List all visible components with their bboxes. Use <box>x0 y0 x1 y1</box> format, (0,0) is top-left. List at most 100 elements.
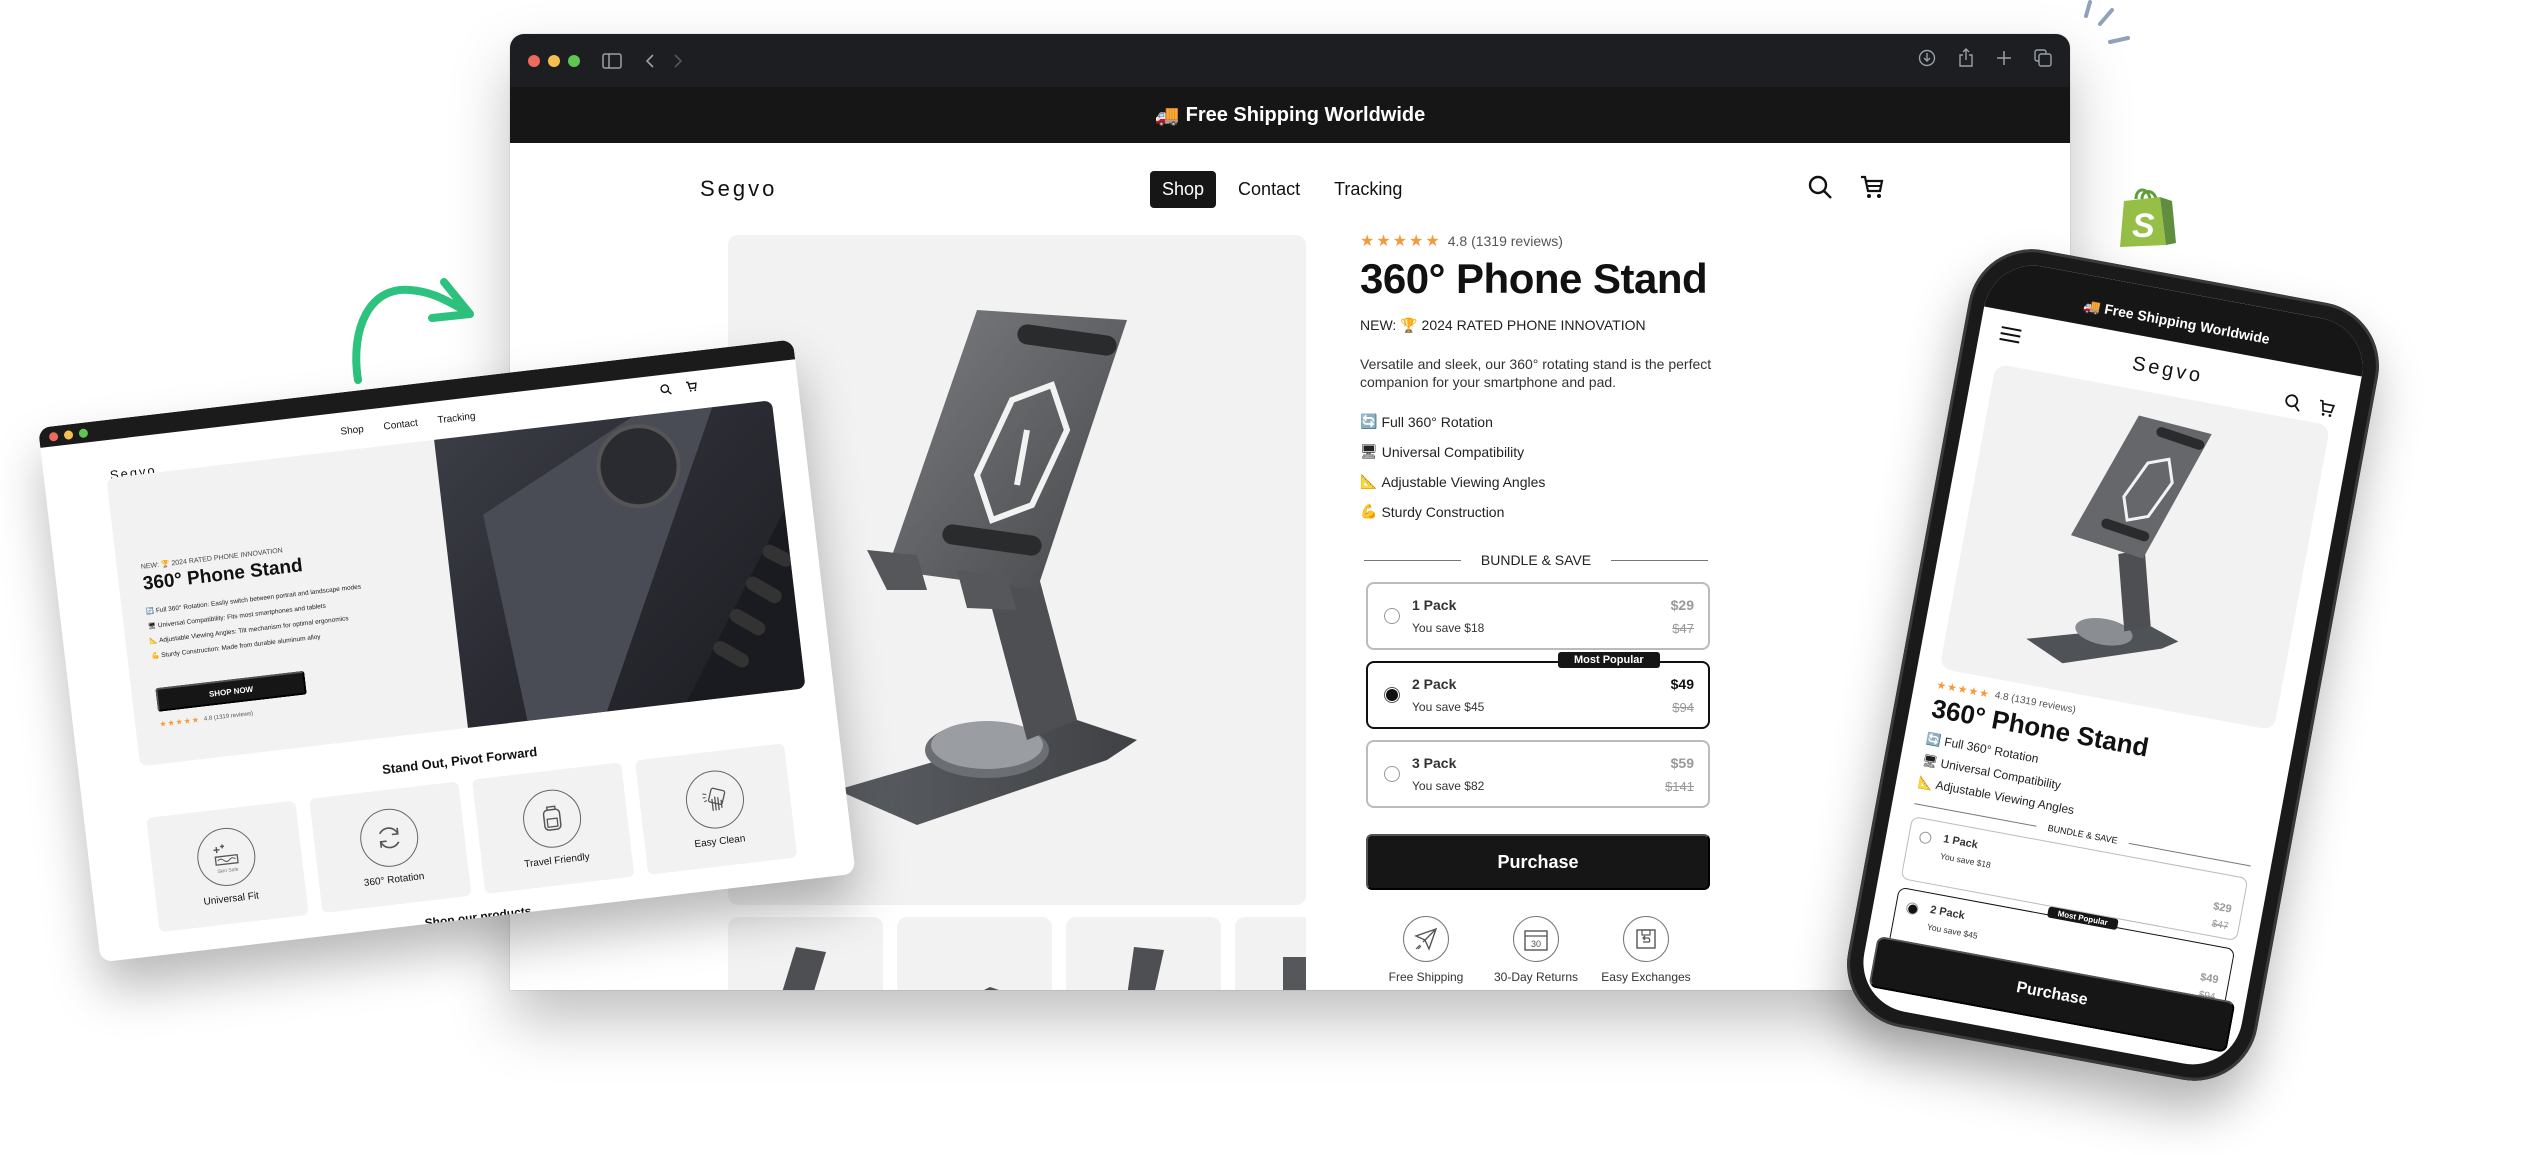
feature-card: Skin Safe Universal Fit <box>146 800 309 933</box>
feature-item: 💪 Sturdy Construction <box>1360 503 1720 520</box>
rating-stars-icon: ★★★★★ <box>158 715 201 729</box>
trust-label: 30-Day Returns <box>1493 970 1579 984</box>
feature-item: 🖥 Universal Compatibility <box>1360 443 1720 460</box>
maximize-window-button[interactable] <box>78 427 89 438</box>
sidebar-icon[interactable] <box>602 52 622 69</box>
close-window-button[interactable] <box>48 431 59 442</box>
product-title: 360° Phone Stand <box>1360 255 1708 302</box>
pack-name: 2 Pack <box>1929 903 1966 923</box>
product-description: Versatile and sleek, our 360° rotating s… <box>1360 356 1712 390</box>
product-rating: ★★★★★ 4.8 (1319 reviews) <box>1360 231 1720 251</box>
trust-badges: Free Shipping 30 30-Day Returns Easy Exc… <box>1376 916 1696 984</box>
skin-safe-text: Skin Safe <box>217 867 239 875</box>
pack-old-price: $141 <box>1665 778 1694 794</box>
browser-toolbar <box>510 34 2070 87</box>
rotate-icon <box>357 805 422 871</box>
hero-image <box>434 400 806 728</box>
rotation-icon: 🔄 <box>1360 413 1378 429</box>
pack-old-price: $47 <box>2210 918 2230 933</box>
main-nav: Shop Contact Tracking <box>1150 170 1414 208</box>
nav-tracking[interactable]: Tracking <box>437 411 476 426</box>
cart-icon[interactable] <box>685 379 699 398</box>
back-icon[interactable] <box>644 53 656 69</box>
feature-text: Sturdy Construction <box>1381 503 1505 520</box>
nav-tracking[interactable]: Tracking <box>1322 171 1414 208</box>
search-icon[interactable] <box>1807 174 1833 205</box>
search-icon[interactable] <box>659 382 673 401</box>
monitor-icon: 🖥 <box>1921 752 1939 770</box>
pack-name: 2 Pack <box>1412 676 1457 692</box>
thumbnail[interactable] <box>1235 917 1306 990</box>
landing-page-preview: Segvo Shop Contact Tracking NEW: 🏆 2024 … <box>38 339 856 963</box>
divider <box>1611 559 1709 561</box>
thumbnail[interactable] <box>1066 917 1221 990</box>
feature-text: Full 360° Rotation <box>1381 413 1493 430</box>
pack-name: 1 Pack <box>1412 597 1457 613</box>
pack-savings: You save $18 <box>1412 621 1485 635</box>
triangle-ruler-icon: 📐 <box>1360 473 1378 489</box>
announcement-text: Free Shipping Worldwide <box>1185 103 1426 126</box>
bundle-option-3-pack[interactable]: 3 Pack You save $82 $59 $141 <box>1366 740 1710 808</box>
nav-shop[interactable]: Shop <box>340 424 364 438</box>
pack-price: $59 <box>1670 754 1694 771</box>
site-header: Segvo Shop Contact Tracking <box>510 143 2070 235</box>
product-info: ★★★★★ 4.8 (1319 reviews) 360° Phone Stan… <box>1360 231 1720 984</box>
bundle-option-1-pack[interactable]: 1 Pack You save $18 $29 $47 <box>1366 582 1710 650</box>
thumbnail[interactable] <box>728 917 883 990</box>
truck-icon: 🚚 <box>2082 296 2103 316</box>
cart-icon[interactable] <box>1859 174 1885 205</box>
announcement-bar: 🚚 Free Shipping Worldwide <box>510 87 2070 143</box>
truck-icon: 🚚 <box>1154 104 1180 127</box>
new-tab-icon[interactable] <box>1996 50 2012 71</box>
flexed-arm-icon: 💪 <box>1360 503 1378 519</box>
pack-name: 3 Pack <box>1412 755 1457 771</box>
close-window-button[interactable] <box>528 54 540 67</box>
tabs-overview-icon[interactable] <box>2034 49 2052 72</box>
calendar-30-icon: 30 <box>1513 916 1559 962</box>
pack-name: 1 Pack <box>1942 833 1979 852</box>
purchase-button[interactable]: Purchase <box>1366 834 1710 890</box>
product-main-image[interactable] <box>1939 363 2331 731</box>
trust-label: Easy Exchanges <box>1601 970 1691 984</box>
rating-text[interactable]: 4.8 (1319 reviews) <box>1448 233 1563 249</box>
feature-item: 📐 Adjustable Viewing Angles <box>1360 473 1720 490</box>
minimize-window-button[interactable] <box>63 429 74 440</box>
maximize-window-button[interactable] <box>568 54 580 67</box>
divider <box>1364 559 1461 561</box>
feature-card-label: Travel Friendly <box>523 851 591 871</box>
pack-old-price: $47 <box>1672 620 1694 636</box>
trust-item: Easy Exchanges <box>1596 916 1696 984</box>
badge-text: 2024 RATED PHONE INNOVATION <box>1421 317 1646 333</box>
showcase-canvas: S 🚚 Free Shipping Worldwide Segvo Shop C… <box>0 0 2527 1155</box>
feature-card-label: Universal Fit <box>203 890 260 908</box>
site-logo[interactable]: Segvo <box>700 176 777 202</box>
minimize-window-button[interactable] <box>548 54 560 67</box>
bundle-option-2-pack[interactable]: Most Popular 2 Pack You save $45 $49 $94 <box>1366 652 1710 729</box>
feature-card-label: Easy Clean <box>693 833 746 851</box>
radio-button[interactable] <box>1905 901 1920 916</box>
download-icon[interactable] <box>1918 49 1936 72</box>
phone-stand-image <box>2026 415 2212 664</box>
pack-savings: You save $82 <box>1412 779 1485 793</box>
feature-list: 🔄 Full 360° Rotation 🖥 Universal Compatibi… <box>1360 413 1720 520</box>
feature-text: Adjustable Viewing Angles <box>1381 473 1546 490</box>
pack-price: $49 <box>2199 971 2220 987</box>
badge-prefix: NEW: <box>1360 317 1397 333</box>
radio-button[interactable] <box>1918 830 1933 845</box>
nav-shop[interactable]: Shop <box>1150 170 1217 208</box>
radio-button[interactable] <box>1384 608 1400 624</box>
nav-contact[interactable]: Contact <box>383 418 419 433</box>
radio-button[interactable] <box>1384 687 1400 703</box>
thumbnail[interactable] <box>897 917 1052 990</box>
paper-plane-icon <box>1403 916 1449 962</box>
forward-icon[interactable] <box>672 53 684 69</box>
feature-item: 🔄 Full 360° Rotation <box>1360 413 1720 430</box>
rotation-icon: 🔄 <box>1925 731 1943 748</box>
feature-card: 360° Rotation <box>309 781 472 914</box>
radio-button[interactable] <box>1384 766 1400 782</box>
monitor-icon: 🖥 <box>1360 443 1378 459</box>
nav-contact[interactable]: Contact <box>1226 171 1312 208</box>
share-icon[interactable] <box>1958 48 1974 73</box>
feature-card: Easy Clean <box>634 743 798 875</box>
feature-text: Universal Compatibility <box>1381 443 1525 460</box>
